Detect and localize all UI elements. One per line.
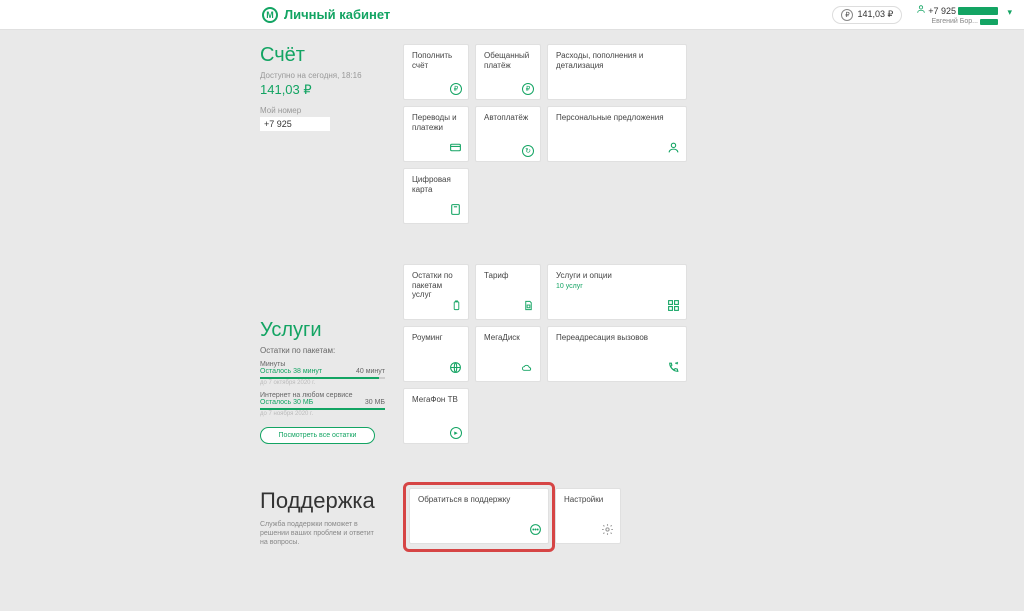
account-cards: Пополнить счёт ₽ Обещанный платёж ₽ Расх… bbox=[403, 44, 687, 224]
person-icon bbox=[667, 141, 680, 157]
chat-icon bbox=[529, 523, 542, 539]
card-settings[interactable]: Настройки bbox=[555, 488, 621, 544]
card-megafon-tv[interactable]: МегаФон ТВ ▸ bbox=[403, 388, 469, 444]
card-sub: 10 услуг bbox=[556, 283, 678, 290]
support-desc: Служба поддержки поможет в решении ваших… bbox=[260, 520, 380, 547]
card-topup[interactable]: Пополнить счёт ₽ bbox=[403, 44, 469, 100]
card-digital[interactable]: Цифровая карта bbox=[403, 168, 469, 224]
services-title: Услуги bbox=[260, 319, 385, 342]
header-bar: М Личный кабинет ₽ 141,03 ₽ +7 925 Евген… bbox=[0, 0, 1024, 30]
ruble-icon: ₽ bbox=[841, 9, 853, 21]
sim-icon bbox=[523, 299, 534, 315]
card-title: Настройки bbox=[564, 495, 612, 505]
view-all-button[interactable]: Посмотреть все остатки bbox=[260, 427, 375, 444]
minutes-until: до 7 октября 2020 г. bbox=[260, 380, 385, 386]
chevron-down-icon: ▾ bbox=[1007, 7, 1012, 18]
services-cards: Остатки по пакетам услуг Тариф Услуги и … bbox=[403, 264, 687, 444]
card-contact-support[interactable]: Обратиться в поддержку bbox=[409, 488, 549, 544]
minutes-block: Минуты Осталось 38 минут 40 минут до 7 о… bbox=[260, 361, 385, 386]
card-expenses[interactable]: Расходы, пополнения и детализация bbox=[547, 44, 687, 100]
card-title: Обратиться в поддержку bbox=[418, 495, 540, 505]
user-menu[interactable]: +7 925 Евгений Бор... ▾ bbox=[916, 4, 1012, 25]
card-title: Расходы, пополнения и детализация bbox=[556, 51, 678, 70]
user-phone-prefix: +7 925 bbox=[928, 6, 956, 16]
card-transfers[interactable]: Переводы и платежи bbox=[403, 106, 469, 162]
card-megadisk[interactable]: МегаДиск bbox=[475, 326, 541, 382]
account-side: Счёт Доступно на сегодня, 18:16 141,03 ₽… bbox=[260, 44, 385, 131]
card-title: МегаДиск bbox=[484, 333, 532, 343]
account-title: Счёт bbox=[260, 44, 385, 67]
internet-block: Интернет на любом сервисе Осталось 30 МБ… bbox=[260, 392, 385, 417]
my-number-label: Мой номер bbox=[260, 106, 385, 115]
card-remains[interactable]: Остатки по пакетам услуг bbox=[403, 264, 469, 320]
minutes-left: Осталось 38 минут bbox=[260, 368, 322, 375]
globe-icon bbox=[449, 361, 462, 377]
card-title: Услуги и опции bbox=[556, 271, 678, 281]
internet-progress bbox=[260, 408, 385, 410]
header-balance: 141,03 ₽ bbox=[857, 9, 893, 20]
services-sub: Остатки по пакетам: bbox=[260, 346, 385, 355]
card-title: Переводы и платежи bbox=[412, 113, 460, 132]
phone-redaction bbox=[958, 7, 998, 15]
cloud-icon bbox=[520, 363, 534, 377]
card-promised[interactable]: Обещанный платёж ₽ bbox=[475, 44, 541, 100]
sidebar: Счёт Доступно на сегодня, 18:16 141,03 ₽… bbox=[260, 44, 385, 547]
transfers-icon bbox=[449, 141, 462, 157]
card-roaming[interactable]: Роуминг bbox=[403, 326, 469, 382]
card-title: Тариф bbox=[484, 271, 532, 281]
card-personal[interactable]: Персональные предложения bbox=[547, 106, 687, 162]
card-title: Остатки по пакетам услуг bbox=[412, 271, 460, 300]
digital-card-icon bbox=[449, 203, 462, 219]
card-autopay[interactable]: Автоплатёж ↻ bbox=[475, 106, 541, 162]
card-title: Пополнить счёт bbox=[412, 51, 460, 70]
gear-icon bbox=[601, 523, 614, 539]
minutes-total: 40 минут bbox=[356, 368, 385, 375]
card-title: Персональные предложения bbox=[556, 113, 678, 123]
header-title: Личный кабинет bbox=[284, 7, 390, 22]
card-title: МегаФон ТВ bbox=[412, 395, 460, 405]
ruble-clock-icon: ₽ bbox=[522, 82, 534, 95]
account-balance[interactable]: 141,03 ₽ bbox=[260, 82, 385, 98]
card-title: Цифровая карта bbox=[412, 175, 460, 194]
card-forwarding[interactable]: Переадресация вызовов bbox=[547, 326, 687, 382]
avail-label: Доступно на сегодня, 18:16 bbox=[260, 71, 385, 80]
card-services-opts[interactable]: Услуги и опции 10 услуг bbox=[547, 264, 687, 320]
minutes-label: Минуты bbox=[260, 361, 385, 368]
qr-icon bbox=[667, 299, 680, 315]
services-side: Услуги Остатки по пакетам: Минуты Остало… bbox=[260, 319, 385, 444]
play-icon: ▸ bbox=[450, 426, 462, 439]
internet-total: 30 МБ bbox=[365, 399, 385, 406]
logo-icon: М bbox=[262, 7, 278, 23]
support-section: Поддержка Служба поддержки поможет в реш… bbox=[260, 488, 687, 547]
internet-label: Интернет на любом сервисе bbox=[260, 392, 385, 399]
card-title: Роуминг bbox=[412, 333, 460, 343]
phone-forward-icon bbox=[667, 361, 680, 377]
card-title: Переадресация вызовов bbox=[556, 333, 678, 343]
battery-icon bbox=[451, 299, 462, 315]
internet-until: до 7 ноября 2020 г. bbox=[260, 411, 385, 417]
card-title: Обещанный платёж bbox=[484, 51, 532, 70]
name-redaction bbox=[980, 19, 998, 25]
user-name-text: Евгений Бор... bbox=[931, 18, 978, 25]
support-title: Поддержка bbox=[260, 488, 385, 514]
internet-left: Осталось 30 МБ bbox=[260, 399, 313, 406]
card-title: Автоплатёж bbox=[484, 113, 532, 123]
autopay-icon: ↻ bbox=[522, 144, 534, 157]
card-tariff[interactable]: Тариф bbox=[475, 264, 541, 320]
user-icon bbox=[916, 4, 926, 17]
minutes-progress bbox=[260, 377, 385, 379]
ruble-plus-icon: ₽ bbox=[450, 82, 462, 95]
balance-chip[interactable]: ₽ 141,03 ₽ bbox=[832, 6, 902, 24]
my-number[interactable]: +7 925 bbox=[260, 117, 330, 131]
